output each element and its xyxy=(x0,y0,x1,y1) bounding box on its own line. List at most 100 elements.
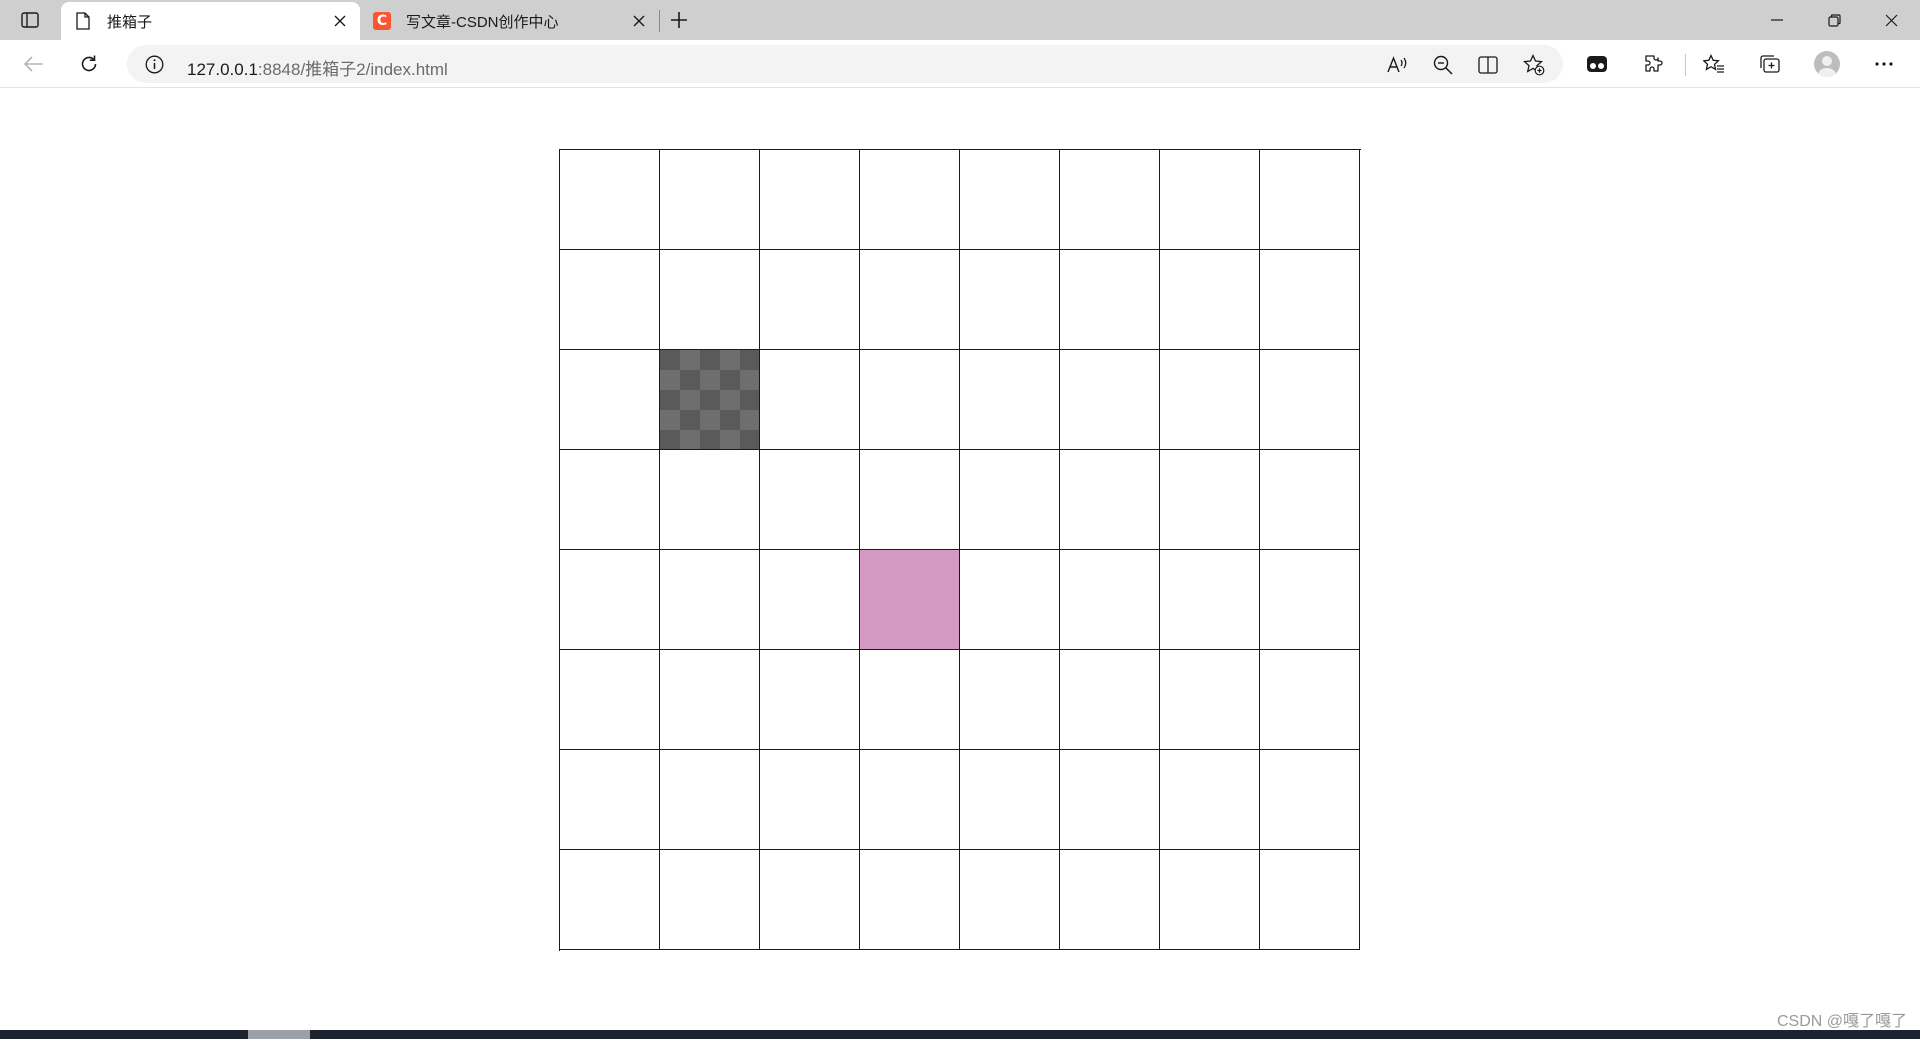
settings-menu-button[interactable] xyxy=(1867,47,1901,81)
grid-cell xyxy=(1160,750,1260,850)
grid-cell xyxy=(1260,650,1360,750)
grid-cell xyxy=(860,150,960,250)
grid-cell xyxy=(1060,450,1160,550)
zoom-out-icon[interactable] xyxy=(1432,54,1454,76)
favorites-star-icon xyxy=(1703,54,1725,74)
tab-actions-icon xyxy=(21,12,39,28)
grid-cell xyxy=(660,650,760,750)
grid-cell xyxy=(1260,550,1360,650)
extensions-button[interactable] xyxy=(1636,47,1670,81)
grid-cell xyxy=(860,350,960,450)
grid-cell xyxy=(760,550,860,650)
grid-cell xyxy=(960,450,1060,550)
grid-cell xyxy=(960,650,1060,750)
back-button[interactable] xyxy=(17,47,51,81)
grid-cell xyxy=(1160,850,1260,950)
tab-inactive[interactable]: C 写文章-CSDN创作中心 xyxy=(360,2,659,40)
grid-cell xyxy=(560,450,660,550)
grid-cell xyxy=(1260,350,1360,450)
grid-cell xyxy=(560,550,660,650)
split-screen-icon[interactable] xyxy=(1477,54,1499,76)
tab-title: 推箱子 xyxy=(107,13,153,31)
grid-cell xyxy=(860,850,960,950)
extension-button[interactable] xyxy=(1580,47,1614,81)
add-favorite-icon[interactable] xyxy=(1523,54,1545,76)
read-aloud-icon[interactable] xyxy=(1387,54,1409,76)
grid-cell xyxy=(860,450,960,550)
grid-cell xyxy=(1260,750,1360,850)
grid-cell xyxy=(1060,250,1160,350)
grid-cell xyxy=(960,150,1060,250)
game-board[interactable] xyxy=(559,149,1361,951)
grid-cell xyxy=(660,250,760,350)
grid-cell xyxy=(1060,850,1160,950)
tab-title: 写文章-CSDN创作中心 xyxy=(406,13,559,31)
grid-cell xyxy=(960,750,1060,850)
url-host: 127.0.0.1 xyxy=(187,60,258,79)
grid-cell xyxy=(1160,450,1260,550)
address-bar[interactable]: 127.0.0.1:8848/推箱子2/index.html xyxy=(127,45,1563,83)
info-icon[interactable] xyxy=(144,54,164,74)
grid-cell xyxy=(660,850,760,950)
grid-cell xyxy=(1260,250,1360,350)
favorites-button[interactable] xyxy=(1697,47,1731,81)
grid-cell xyxy=(760,750,860,850)
close-window-button[interactable] xyxy=(1862,0,1920,40)
grid-cell xyxy=(1160,150,1260,250)
grid-cell xyxy=(960,250,1060,350)
url-path: :8848/推箱子2/index.html xyxy=(257,60,448,79)
tab-actions-button[interactable] xyxy=(14,8,46,32)
grid-cell xyxy=(760,450,860,550)
close-tab-icon[interactable] xyxy=(326,7,354,35)
refresh-button[interactable] xyxy=(72,47,106,81)
grid-cell xyxy=(1060,350,1160,450)
grid-cell xyxy=(1160,650,1260,750)
grid-cell xyxy=(560,250,660,350)
minimize-icon xyxy=(1771,19,1783,21)
grid-cell xyxy=(760,850,860,950)
url-text[interactable]: 127.0.0.1:8848/推箱子2/index.html xyxy=(187,55,448,80)
toolbar-divider xyxy=(1685,54,1686,76)
grid-cell xyxy=(760,650,860,750)
refresh-icon xyxy=(79,54,99,74)
tab-strip: 推箱子 C 写文章-CSDN创作中心 xyxy=(0,0,1920,40)
grid-cell xyxy=(860,250,960,350)
more-options-icon xyxy=(1875,62,1893,66)
plus-icon xyxy=(670,11,688,29)
minimize-button[interactable] xyxy=(1748,0,1806,40)
grid-cell xyxy=(760,350,860,450)
grid-cell xyxy=(560,650,660,750)
grid-cell xyxy=(560,750,660,850)
restore-button[interactable] xyxy=(1805,0,1863,40)
browser-toolbar: 127.0.0.1:8848/推箱子2/index.html xyxy=(0,40,1920,88)
tab-separator xyxy=(659,10,660,32)
profile-button[interactable] xyxy=(1810,47,1844,81)
grid-cell xyxy=(860,750,960,850)
grid-cell xyxy=(1060,150,1160,250)
csdn-icon: C xyxy=(372,11,392,31)
grid-cell xyxy=(660,150,760,250)
grid-cell xyxy=(1060,550,1160,650)
new-tab-button[interactable] xyxy=(665,6,693,34)
puzzle-icon xyxy=(1643,54,1663,74)
grid-cell xyxy=(660,750,760,850)
grid-cell xyxy=(560,850,660,950)
tab-active[interactable]: 推箱子 xyxy=(61,2,360,40)
taskbar-item xyxy=(248,1030,310,1039)
grid-cell xyxy=(560,350,660,450)
grid-cell xyxy=(1160,250,1260,350)
grid-cell xyxy=(1060,650,1160,750)
restore-icon xyxy=(1827,13,1841,27)
grid-cell xyxy=(1060,750,1160,850)
collections-icon xyxy=(1759,54,1781,74)
extension-app-icon xyxy=(1586,55,1608,73)
grid-cell xyxy=(860,650,960,750)
grid-cell xyxy=(560,150,660,250)
grid-cell xyxy=(660,450,760,550)
grid-cell xyxy=(760,250,860,350)
grid-cell xyxy=(760,150,860,250)
page-icon xyxy=(73,11,93,31)
collections-button[interactable] xyxy=(1753,47,1787,81)
close-tab-icon[interactable] xyxy=(625,7,653,35)
close-icon xyxy=(1885,14,1898,27)
